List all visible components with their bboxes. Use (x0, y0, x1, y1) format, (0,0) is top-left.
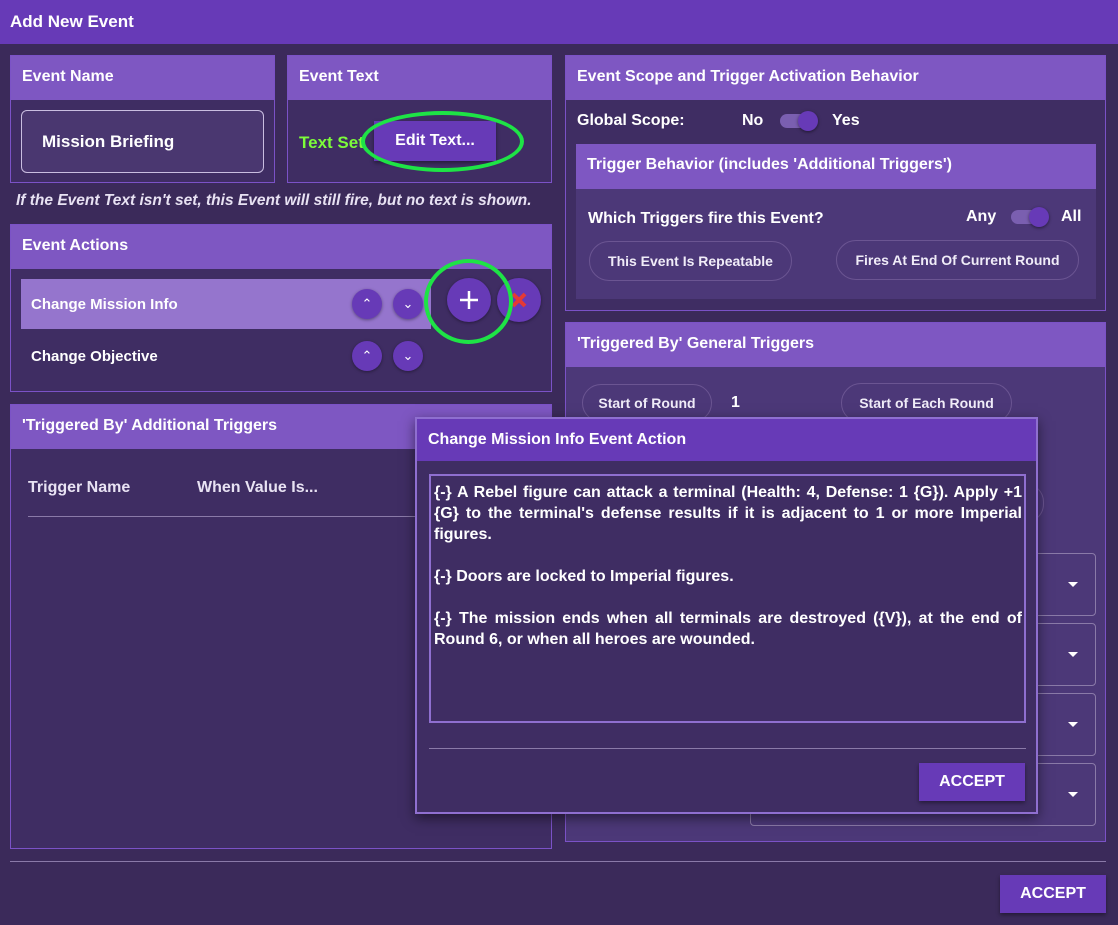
any-label: Any (966, 208, 997, 225)
accept-button[interactable]: ACCEPT (1000, 875, 1106, 913)
footer-divider (10, 861, 1106, 862)
col-trigger-name: Trigger Name (28, 479, 131, 496)
move-down-button[interactable]: ⌄ (393, 289, 423, 319)
chevron-down-icon (1068, 722, 1078, 727)
global-scope-toggle[interactable] (780, 109, 820, 133)
move-up-button[interactable]: ⌃ (352, 341, 382, 371)
event-name-field[interactable]: Mission Briefing (21, 110, 264, 173)
event-name-header: Event Name (11, 56, 274, 100)
dialog-text-line (434, 545, 1022, 566)
toggle-knob (798, 111, 818, 131)
event-text-hint: If the Event Text isn't set, this Event … (16, 192, 532, 209)
move-down-button[interactable]: ⌄ (393, 341, 423, 371)
change-mission-info-dialog: Change Mission Info Event Action {-} A R… (415, 417, 1038, 814)
window-title: Add New Event (0, 0, 1118, 44)
start-of-round-value: 1 (731, 394, 740, 411)
chevron-down-icon (1068, 792, 1078, 797)
trigger-behavior-header: Trigger Behavior (includes 'Additional T… (576, 144, 1096, 189)
scope-panel: Event Scope and Trigger Activation Behav… (565, 55, 1106, 311)
repeatable-chip[interactable]: This Event Is Repeatable (589, 241, 792, 281)
divider (28, 516, 428, 517)
scope-header: Event Scope and Trigger Activation Behav… (566, 56, 1105, 100)
dialog-text-line: {-} The mission ends when all terminals … (434, 610, 1022, 648)
event-name-panel: Event Name Mission Briefing (10, 55, 275, 183)
action-item-change-objective[interactable]: Change Objective ⌃ ⌄ (21, 331, 431, 381)
dialog-text-line: {-} A Rebel figure can attack a terminal… (434, 484, 1022, 543)
highlight-ring (424, 259, 513, 344)
dialog-text-area[interactable]: {-} A Rebel figure can attack a terminal… (429, 474, 1026, 723)
highlight-ring (361, 111, 524, 172)
col-when-value: When Value Is... (197, 479, 318, 496)
text-set-status: Text Set (299, 133, 364, 152)
chevron-down-icon (1068, 582, 1078, 587)
dialog-accept-button[interactable]: ACCEPT (919, 763, 1025, 801)
action-item-change-mission-info[interactable]: Change Mission Info ⌃ ⌄ (21, 279, 431, 329)
dialog-text-line: {-} Doors are locked to Imperial figures… (434, 568, 734, 585)
dialog-text-line (434, 587, 1022, 608)
move-up-button[interactable]: ⌃ (352, 289, 382, 319)
event-name-value: Mission Briefing (42, 132, 175, 151)
global-scope-no: No (742, 112, 764, 129)
trigger-behavior-panel: Trigger Behavior (includes 'Additional T… (576, 144, 1096, 299)
dialog-divider (429, 748, 1026, 749)
dialog-title: Change Mission Info Event Action (417, 419, 1036, 461)
event-text-panel: Event Text Text Set Edit Text... (287, 55, 552, 183)
event-actions-panel: Event Actions Change Mission Info ⌃ ⌄ Ch… (10, 224, 552, 392)
general-triggers-header: 'Triggered By' General Triggers (566, 323, 1105, 367)
event-text-header: Event Text (288, 56, 551, 100)
global-scope-yes: Yes (832, 112, 860, 129)
global-scope-label: Global Scope: (577, 112, 685, 129)
chevron-down-icon (1068, 652, 1078, 657)
toggle-knob (1029, 207, 1049, 227)
end-of-round-chip[interactable]: Fires At End Of Current Round (836, 240, 1079, 280)
which-triggers-label: Which Triggers fire this Event? (588, 210, 824, 227)
action-item-label: Change Mission Info (31, 296, 178, 313)
all-label: All (1061, 208, 1082, 225)
action-item-label: Change Objective (31, 348, 158, 365)
any-all-toggle[interactable] (1011, 205, 1051, 229)
